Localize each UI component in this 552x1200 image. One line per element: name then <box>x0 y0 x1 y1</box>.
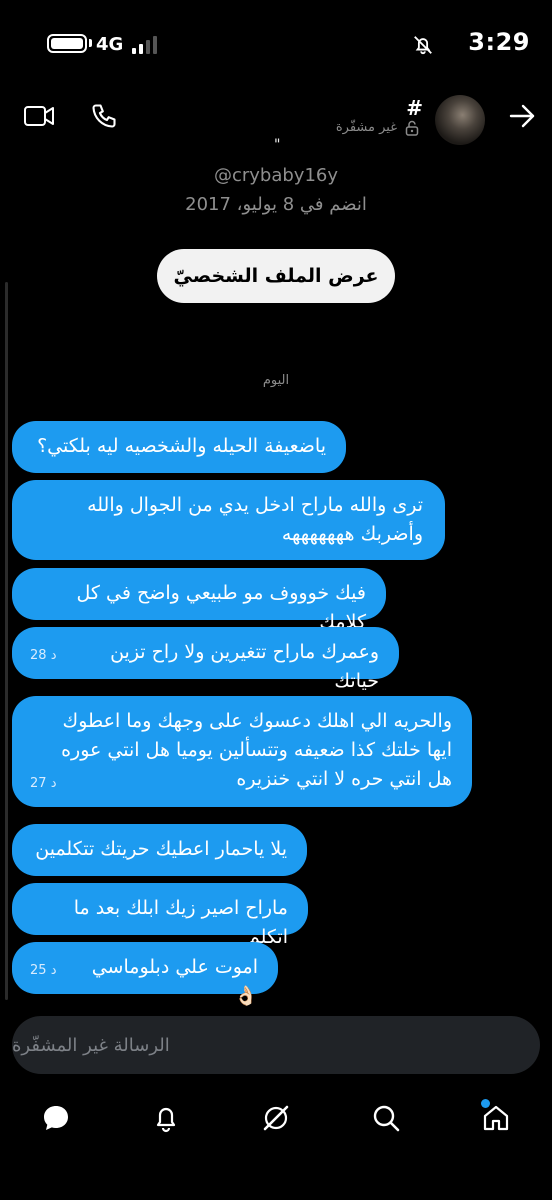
message-time: 28 د <box>30 648 57 663</box>
unencrypted-label: غير مشفّرة <box>335 120 397 135</box>
lock-open-icon <box>405 120 419 136</box>
home-notification-dot <box>481 1099 490 1108</box>
message-text: ياضعيفة الحيله والشخصيه ليه بلكتي؟ <box>37 435 326 457</box>
network-type: 4G <box>96 34 124 55</box>
profile-name: " <box>274 137 281 153</box>
scrollbar[interactable] <box>5 282 8 1000</box>
message-text: اموت علي دبلوماسي 👌🏻 <box>91 956 258 1007</box>
message-bubble[interactable]: اموت علي دبلوماسي 👌🏻 25 د <box>12 942 278 1007</box>
message-bubble[interactable]: ترى والله ماراح ادخل يدي من الجوال والله… <box>12 480 445 560</box>
bell-off-icon <box>414 36 432 55</box>
message-bubble[interactable]: وعمرك ماراح تتغيرين ولا راح تزين حياتك 2… <box>12 627 399 692</box>
status-time: 3:29 <box>468 28 530 56</box>
back-arrow-icon[interactable] <box>508 103 536 129</box>
message-text: ترى والله ماراح ادخل يدي من الجوال والله… <box>87 494 423 545</box>
joined-date: انضم في 8 يوليو، 2017 <box>185 194 367 215</box>
message-text: يلا ياحمار اعطيك حريتك تتكلمين <box>35 838 287 860</box>
message-time: 25 د <box>30 963 57 978</box>
message-input[interactable]: الرسالة غير المشفّرة <box>12 1016 540 1074</box>
grok-icon[interactable] <box>260 1102 292 1134</box>
view-profile-button[interactable]: عرض الملف الشخصيّ <box>157 249 395 303</box>
notifications-icon[interactable] <box>150 1102 182 1134</box>
message-bubble[interactable]: والحريه الي اهلك دعسوك على وجهك وما اعطو… <box>12 696 472 807</box>
avatar[interactable] <box>435 95 485 145</box>
message-bubble[interactable]: ياضعيفة الحيله والشخصيه ليه بلكتي؟ <box>12 421 346 473</box>
profile-handle: @crybaby16y <box>213 165 339 186</box>
search-icon[interactable] <box>370 1102 402 1134</box>
message-text: والحريه الي اهلك دعسوك على وجهك وما اعطو… <box>61 710 452 790</box>
message-bubble[interactable]: فيك خوووف مو طبيعي واضح في كل كلامك <box>12 568 386 633</box>
battery-tip <box>89 39 92 47</box>
battery-icon <box>47 34 87 53</box>
message-input-placeholder: الرسالة غير المشفّرة <box>12 1034 170 1056</box>
day-separator: اليوم <box>262 373 290 388</box>
video-call-icon[interactable] <box>24 105 54 127</box>
message-text: وعمرك ماراح تتغيرين ولا راح تزين حياتك <box>110 641 379 692</box>
conversation-title: # <box>406 96 423 120</box>
message-time: 27 د <box>30 776 57 791</box>
message-bubble[interactable]: يلا ياحمار اعطيك حريتك تتكلمين <box>12 824 307 876</box>
phone-call-icon[interactable] <box>90 102 118 130</box>
messages-icon[interactable] <box>40 1102 72 1134</box>
message-bubble[interactable]: ماراح اصير زيك ابلك بعد ما اتكلم <box>12 883 308 948</box>
signal-icon <box>132 36 157 54</box>
